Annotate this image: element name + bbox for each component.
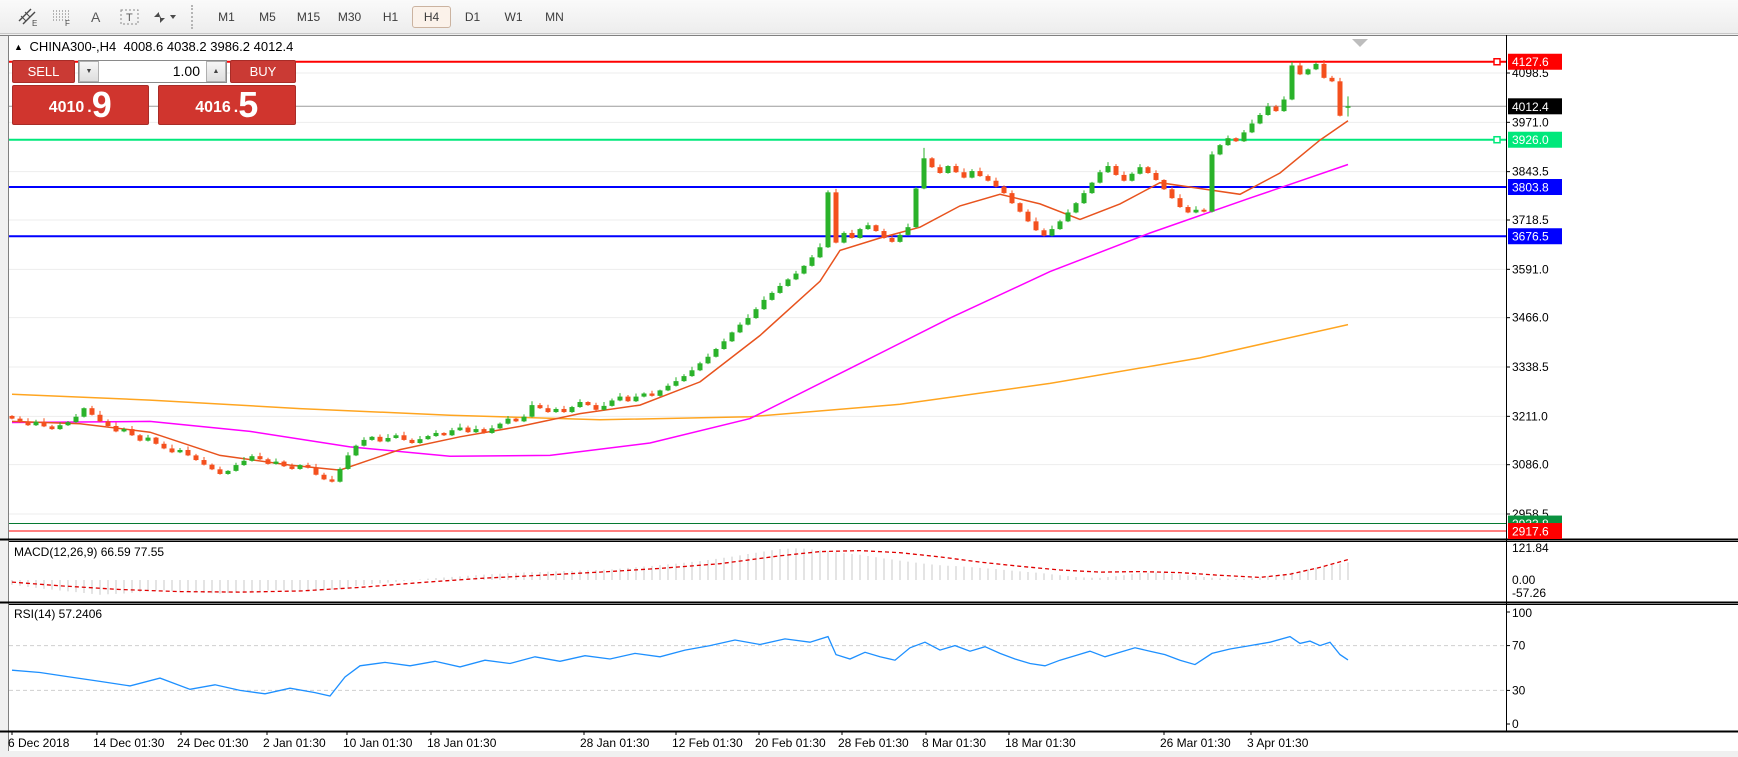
sell-price-button[interactable]: 4010 . 9: [12, 85, 149, 125]
rsi-axis-label: 0: [1512, 717, 1519, 731]
drawing-tools-group: E F A T: [0, 0, 181, 33]
date-tick-label: 26 Mar 01:30: [1160, 736, 1231, 750]
price-tick-label: 3591.0: [1512, 262, 1549, 276]
volume-stepper: ▼ 1.00 ▲: [78, 60, 227, 83]
volume-input[interactable]: 1.00: [99, 61, 206, 82]
one-click-trading-panel: SELL ▼ 1.00 ▲ BUY 4010 . 9 4016 . 5: [12, 60, 296, 125]
date-tick-label: 18 Jan 01:30: [427, 736, 497, 750]
fibonacci-grid-icon: F: [53, 9, 70, 27]
volume-increase-button[interactable]: ▲: [206, 61, 226, 82]
text-label-icon: A: [91, 9, 101, 25]
chart-symbol-period: CHINA300-,H4: [29, 39, 117, 54]
price-tick-label: 3718.5: [1512, 213, 1549, 227]
date-tick-label: 28 Jan 01:30: [580, 736, 650, 750]
buy-price-button[interactable]: 4016 . 5: [157, 84, 296, 125]
svg-text:F: F: [65, 19, 70, 27]
svg-text:A: A: [91, 9, 101, 25]
fibonacci-grid-button[interactable]: F: [46, 3, 78, 31]
timeframe-button-H1[interactable]: H1: [371, 6, 410, 28]
date-tick-label: 2 Jan 01:30: [263, 736, 326, 750]
sell-price-int: 4010: [48, 99, 85, 116]
rsi-axis-label: 70: [1512, 639, 1526, 653]
equidistant-channel-button[interactable]: E: [12, 3, 44, 31]
date-tick-label: 20 Feb 01:30: [755, 736, 826, 750]
date-tick-label: 6 Dec 2018: [8, 736, 70, 750]
chart-window[interactable]: ▲ CHINA300-,H4 4008.6 4038.2 3986.2 4012…: [0, 35, 1738, 757]
text-label-button[interactable]: A: [80, 3, 112, 31]
chart-title: ▲ CHINA300-,H4 4008.6 4038.2 3986.2 4012…: [14, 39, 293, 54]
timeframe-button-M1[interactable]: M1: [207, 6, 246, 28]
arrow-tools-icon: [154, 11, 176, 23]
price-tick-label: 3211.0: [1512, 409, 1548, 423]
buy-button[interactable]: BUY: [230, 60, 296, 83]
price-badge-label: 3803.8: [1512, 181, 1549, 195]
chart-ohlc-values: 4008.6 4038.2 3986.2 4012.4: [123, 39, 294, 54]
text-box-button[interactable]: T: [114, 3, 146, 31]
macd-axis-label: 121.84: [1512, 541, 1549, 555]
date-tick-label: 24 Dec 01:30: [177, 736, 249, 750]
rsi-axis-label: 30: [1512, 683, 1526, 697]
macd-axis-label: -57.26: [1512, 586, 1546, 600]
price-tick-label: 3971.0: [1512, 115, 1549, 129]
timeframe-button-M5[interactable]: M5: [248, 6, 287, 28]
timeframe-button-H4[interactable]: H4: [412, 5, 451, 28]
equidistant-channel-icon: E: [18, 8, 37, 27]
date-tick-label: 12 Feb 01:30: [672, 736, 743, 750]
svg-text:E: E: [32, 19, 37, 27]
arrow-tools-button[interactable]: [148, 3, 180, 31]
trade-panel-top-row: SELL ▼ 1.00 ▲ BUY: [12, 60, 296, 83]
buy-price-int: 4016: [195, 99, 231, 116]
price-badge-label: 4012.4: [1512, 100, 1549, 114]
level-line-handle[interactable]: [1493, 135, 1501, 144]
price-tick-label: 3843.5: [1512, 165, 1549, 179]
mt4-application: E F A T M1 M5 M15 M30 H1 H4 D1 W1 MN ▲ C…: [0, 0, 1738, 757]
price-badge-label: 4127.6: [1512, 55, 1549, 69]
timeframe-button-M15[interactable]: M15: [289, 6, 328, 28]
macd-indicator-label: MACD(12,26,9) 66.59 77.55: [14, 545, 165, 559]
price-tick-label: 3086.0: [1512, 458, 1549, 472]
rsi-indicator-label: RSI(14) 57.2406: [14, 607, 103, 621]
window-bottom-strip: [0, 751, 1738, 757]
volume-decrease-button[interactable]: ▼: [79, 61, 99, 82]
timeframe-button-D1[interactable]: D1: [453, 6, 492, 28]
trade-panel-price-row: 4010 . 9 4016 . 5: [12, 85, 296, 125]
toolbar-separator: [191, 4, 200, 29]
svg-text:T: T: [126, 12, 133, 24]
price-badge-label: 3676.5: [1512, 230, 1549, 244]
chart-background: [9, 35, 1738, 751]
sell-button[interactable]: SELL: [12, 60, 75, 83]
price-tick-label: 3466.0: [1512, 311, 1549, 325]
date-tick-label: 28 Feb 01:30: [838, 736, 909, 750]
timeframe-button-MN[interactable]: MN: [535, 6, 574, 28]
timeframe-button-W1[interactable]: W1: [494, 6, 533, 28]
timeframe-button-M30[interactable]: M30: [330, 6, 369, 28]
collapse-arrow-icon[interactable]: ▲: [14, 42, 23, 52]
sell-price-pips: 9: [91, 84, 112, 125]
price-chart-canvas[interactable]: 4098.53971.03843.53718.53591.03466.03338…: [0, 35, 1738, 757]
date-tick-label: 10 Jan 01:30: [343, 736, 413, 750]
price-tick-label: 3338.5: [1512, 360, 1549, 374]
price-badge-label: 3926.0: [1512, 133, 1549, 147]
window-left-margin: [0, 35, 8, 757]
date-tick-label: 8 Mar 01:30: [922, 736, 986, 750]
rsi-axis-label: 100: [1512, 606, 1532, 620]
main-toolbar: E F A T M1 M5 M15 M30 H1 H4 D1 W1 MN: [0, 0, 1738, 34]
date-tick-label: 18 Mar 01:30: [1005, 736, 1076, 750]
timeframe-toolbar: M1 M5 M15 M30 H1 H4 D1 W1 MN: [206, 0, 575, 33]
date-tick-label: 14 Dec 01:30: [93, 736, 165, 750]
price-badge-label: 2917.6: [1512, 525, 1549, 539]
level-line-handle[interactable]: [1493, 57, 1501, 66]
date-tick-label: 3 Apr 01:30: [1247, 736, 1309, 750]
buy-price-pips: 5: [238, 84, 259, 125]
text-box-icon: T: [120, 9, 139, 24]
